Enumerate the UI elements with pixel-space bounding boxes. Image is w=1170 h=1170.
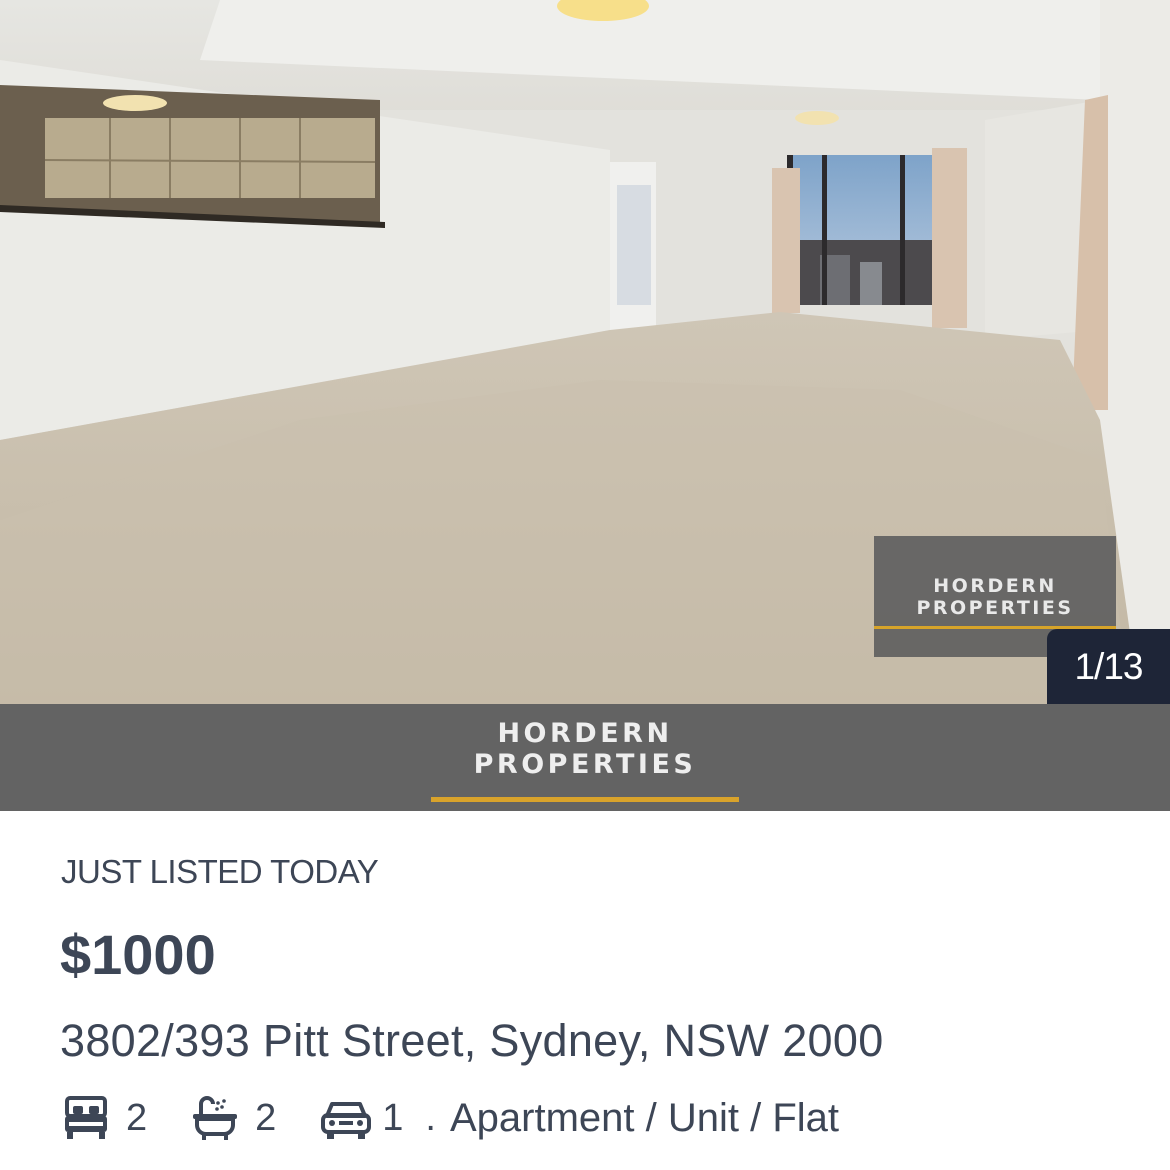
watermark-line-2: PROPERTIES [916,596,1074,619]
parking-count: 1 [382,1096,404,1139]
bathrooms-count: 2 [255,1096,277,1139]
photo-counter: 1/13 [1047,629,1170,704]
bath-icon [191,1094,239,1142]
watermark-line-1: HORDERN [933,574,1057,597]
listing-price: $1000 [60,923,216,986]
bedrooms-feature: 2 [62,1094,147,1142]
bed-icon [62,1094,110,1142]
listing-tag: JUST LISTED TODAY [61,853,379,890]
listing-address[interactable]: 3802/393 Pitt Street, Sydney, NSW 2000 [60,1015,884,1067]
agency-logo-line-1: HORDERN [497,718,673,749]
listing-photo[interactable]: HORDERN PROPERTIES 1/13 [0,0,1170,704]
bathrooms-feature: 2 [191,1094,276,1142]
property-type: Apartment / Unit / Flat [449,1095,840,1140]
feature-separator: . [425,1096,436,1139]
agency-logo-underline [431,797,739,802]
parking-feature: 1 [320,1094,403,1142]
car-icon [320,1094,372,1142]
agency-logo: HORDERN PROPERTIES [431,718,739,802]
agency-logo-line-2: PROPERTIES [473,749,697,780]
bedrooms-count: 2 [126,1096,148,1139]
listing-features: 2 2 1 . Apartment / Unit / Flat [62,1090,839,1146]
agency-branding-bar[interactable]: HORDERN PROPERTIES [0,704,1170,811]
